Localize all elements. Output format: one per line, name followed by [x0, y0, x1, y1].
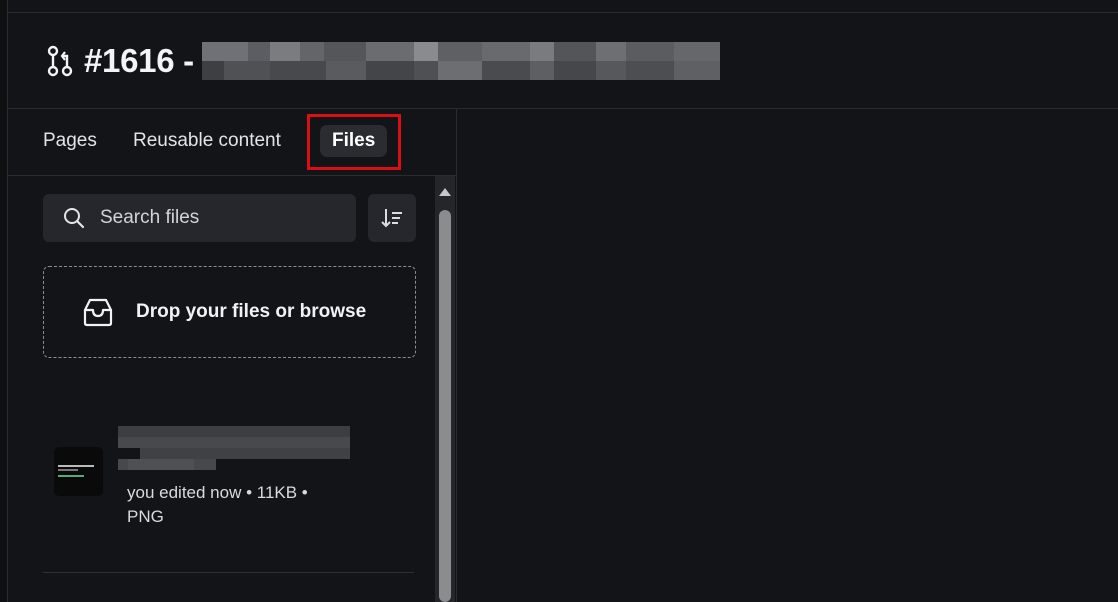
sort-icon	[381, 209, 402, 228]
file-meta-line1: you edited now • 11KB •	[127, 483, 308, 502]
git-branch-icon	[47, 45, 73, 77]
highlight-box	[307, 114, 401, 170]
page-header: #1616 -	[7, 13, 1118, 109]
search-box[interactable]	[43, 194, 356, 242]
file-meta: you edited now • 11KB • PNG	[127, 481, 357, 529]
scroll-up-icon[interactable]	[439, 188, 451, 196]
redacted-file-name	[118, 417, 350, 473]
file-dropzone[interactable]: Drop your files or browse	[43, 266, 416, 358]
file-thumbnail	[54, 447, 103, 496]
scrollbar[interactable]	[435, 176, 455, 602]
search-input[interactable]	[98, 206, 342, 230]
sort-button[interactable]	[368, 194, 416, 242]
top-bar	[7, 0, 1118, 13]
search-icon	[64, 208, 85, 229]
left-panel: Pages Reusable content Files Drop your f…	[7, 109, 457, 602]
title-row: #1616 -	[45, 41, 720, 81]
list-divider	[43, 572, 414, 573]
tab-reusable-content[interactable]: Reusable content	[133, 125, 281, 157]
file-meta-line2: PNG	[127, 507, 164, 526]
redacted-title	[201, 42, 720, 80]
inbox-icon	[83, 298, 113, 327]
scrollbar-thumb[interactable]	[439, 210, 451, 602]
file-list-item[interactable]: you edited now • 11KB • PNG	[43, 409, 414, 539]
page-title: #1616 -	[84, 42, 194, 79]
dropzone-label: Drop your files or browse	[136, 301, 367, 322]
tab-pages[interactable]: Pages	[43, 125, 97, 157]
